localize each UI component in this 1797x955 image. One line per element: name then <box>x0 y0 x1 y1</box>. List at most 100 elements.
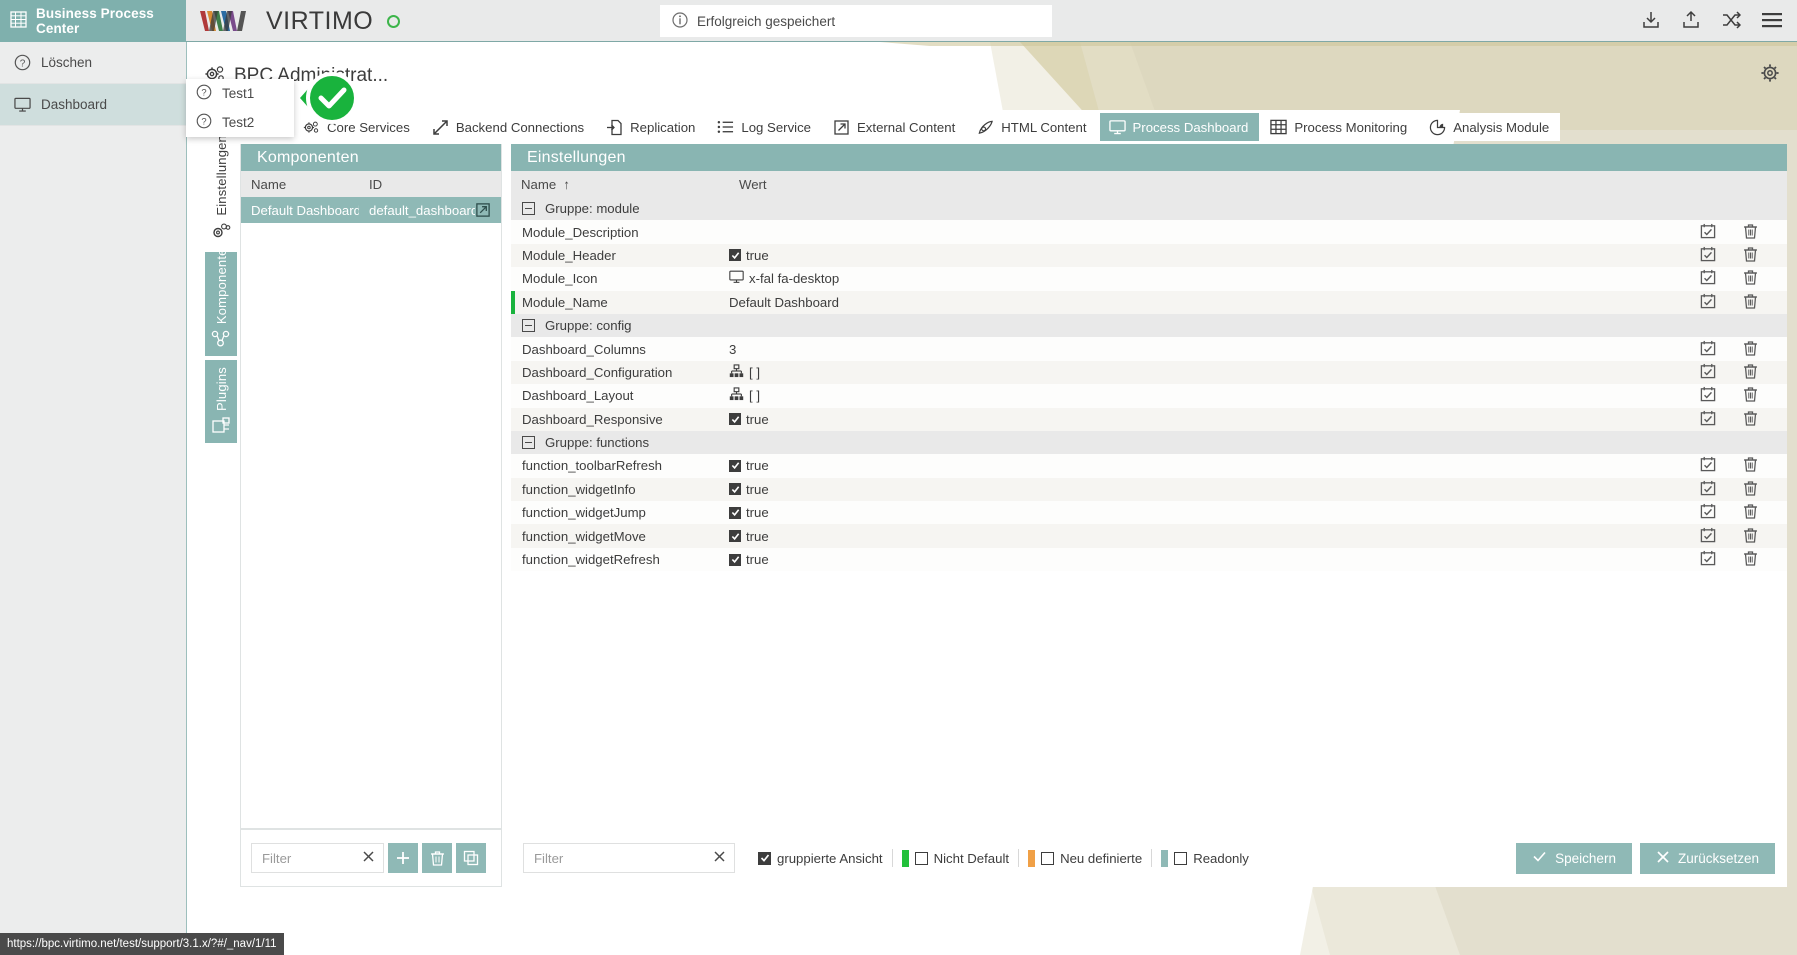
trash-icon[interactable] <box>1743 246 1758 265</box>
trash-icon[interactable] <box>1743 223 1758 242</box>
table-row[interactable]: function_widgetInfotrue <box>511 478 1787 501</box>
table-row[interactable]: function_widgetMovetrue <box>511 524 1787 547</box>
trash-icon[interactable] <box>1743 456 1758 475</box>
settings-group-header[interactable]: Gruppe: config <box>511 314 1787 337</box>
tab-log-service[interactable]: Log Service <box>708 113 822 141</box>
table-row[interactable]: Module_Description <box>511 220 1787 243</box>
schedule-icon[interactable] <box>1700 293 1716 312</box>
checked-checkbox-icon[interactable] <box>729 413 741 425</box>
dropdown-item-test1[interactable]: ? Test1 <box>186 79 294 108</box>
sidebar-item-dashboard[interactable]: Dashboard <box>0 84 186 126</box>
tab-external-content[interactable]: External Content <box>824 113 966 141</box>
sidebar-item-loeschen[interactable]: ? Löschen <box>0 42 186 84</box>
sitemap-icon <box>729 364 744 381</box>
legend-neu-definierte[interactable]: Neu definierte <box>1019 850 1151 867</box>
schedule-icon[interactable] <box>1700 503 1716 522</box>
sort-ascending-icon[interactable]: ↑ <box>563 177 570 192</box>
toast-notification: Erfolgreich gespeichert <box>660 5 1052 37</box>
column-header-name[interactable]: Name <box>241 177 359 192</box>
collapse-group-icon[interactable] <box>522 319 535 332</box>
tab-backend-connections[interactable]: Backend Connections <box>423 113 595 141</box>
schedule-icon[interactable] <box>1700 340 1716 359</box>
gear-icon[interactable] <box>1759 62 1781 87</box>
tab-html-content[interactable]: HTML Content <box>968 113 1097 141</box>
filter-placeholder: Filter <box>262 851 362 866</box>
table-row[interactable]: Module_Iconx-fal fa-desktop <box>511 267 1787 290</box>
table-row[interactable]: Dashboard_Responsivetrue <box>511 408 1787 431</box>
trash-icon[interactable] <box>1743 480 1758 499</box>
settings-filter-input[interactable]: Filter <box>523 843 735 873</box>
delete-button[interactable] <box>422 843 452 873</box>
tab-analysis-module[interactable]: Analysis Module <box>1420 113 1560 141</box>
dropdown-item-test2[interactable]: ? Test2 <box>186 108 294 137</box>
download-icon[interactable] <box>1641 10 1661 33</box>
upload-icon[interactable] <box>1681 10 1701 33</box>
table-row[interactable]: function_toolbarRefreshtrue <box>511 454 1787 477</box>
components-filter-input[interactable]: Filter <box>251 843 384 873</box>
copy-button[interactable] <box>456 843 486 873</box>
collapse-group-icon[interactable] <box>522 202 535 215</box>
schedule-icon[interactable] <box>1700 269 1716 288</box>
settings-group-header[interactable]: Gruppe: functions <box>511 431 1787 454</box>
grouped-view-label: gruppierte Ansicht <box>777 851 883 866</box>
table-row[interactable]: Module_NameDefault Dashboard <box>511 291 1787 314</box>
trash-icon[interactable] <box>1743 550 1758 569</box>
checked-checkbox-icon[interactable] <box>729 460 741 472</box>
checked-checkbox-icon[interactable] <box>729 483 741 495</box>
table-row[interactable]: Module_Headertrue <box>511 244 1787 267</box>
cell-wert: [ ] <box>729 387 1687 404</box>
open-external-icon[interactable] <box>475 202 501 218</box>
settings-group-header[interactable]: Gruppe: module <box>511 197 1787 220</box>
table-row[interactable]: Dashboard_Configuration[ ] <box>511 361 1787 384</box>
vtab-komponenten[interactable]: Komponenten <box>205 252 237 356</box>
trash-icon[interactable] <box>1743 340 1758 359</box>
schedule-icon[interactable] <box>1700 386 1716 405</box>
tab-process-monitoring[interactable]: Process Monitoring <box>1261 113 1418 141</box>
tab-process-dashboard[interactable]: Process Dashboard <box>1100 113 1260 141</box>
table-row[interactable]: Default Dashboard default_dashboard <box>241 197 501 223</box>
reset-button[interactable]: Zurücksetzen <box>1640 843 1775 874</box>
close-icon[interactable] <box>362 850 375 866</box>
schedule-icon[interactable] <box>1700 527 1716 546</box>
column-header-id[interactable]: ID <box>359 177 501 192</box>
legend-nicht-default[interactable]: Nicht Default <box>893 850 1019 867</box>
shuffle-icon[interactable] <box>1721 11 1741 32</box>
tab-replication[interactable]: Replication <box>597 113 706 141</box>
trash-icon[interactable] <box>1743 386 1758 405</box>
legend-readonly[interactable]: Readonly <box>1152 850 1258 867</box>
collapse-group-icon[interactable] <box>522 436 535 449</box>
trash-icon[interactable] <box>1743 527 1758 546</box>
checked-checkbox-icon[interactable] <box>729 530 741 542</box>
table-row[interactable]: Dashboard_Layout[ ] <box>511 384 1787 407</box>
schedule-icon[interactable] <box>1700 363 1716 382</box>
vtab-einstellungen[interactable]: Einstellungen <box>205 144 237 248</box>
table-row[interactable]: Dashboard_Columns3 <box>511 337 1787 360</box>
close-icon[interactable] <box>713 850 726 866</box>
schedule-icon[interactable] <box>1700 223 1716 242</box>
checked-checkbox-icon[interactable] <box>729 554 741 566</box>
schedule-icon[interactable] <box>1700 480 1716 499</box>
schedule-icon[interactable] <box>1700 246 1716 265</box>
schedule-icon[interactable] <box>1700 456 1716 475</box>
schedule-icon[interactable] <box>1700 550 1716 569</box>
vtab-plugins[interactable]: Plugins <box>205 360 237 443</box>
table-row[interactable]: function_widgetJumptrue <box>511 501 1787 524</box>
column-header-name[interactable]: Name <box>521 177 556 192</box>
checked-checkbox-icon[interactable] <box>729 249 741 261</box>
grouped-view-checkbox[interactable]: gruppierte Ansicht <box>749 851 892 866</box>
trash-icon[interactable] <box>1743 410 1758 429</box>
trash-icon[interactable] <box>1743 293 1758 312</box>
save-button-label: Speichern <box>1555 851 1616 866</box>
plugin-icon <box>211 416 231 435</box>
column-header-wert[interactable]: Wert <box>729 177 1787 192</box>
trash-icon[interactable] <box>1743 503 1758 522</box>
app-root: Business Process Center ? Löschen Dashbo… <box>0 0 1797 955</box>
add-button[interactable] <box>388 843 418 873</box>
checked-checkbox-icon[interactable] <box>729 507 741 519</box>
save-button[interactable]: Speichern <box>1516 843 1632 874</box>
trash-icon[interactable] <box>1743 269 1758 288</box>
table-row[interactable]: function_widgetRefreshtrue <box>511 548 1787 571</box>
schedule-icon[interactable] <box>1700 410 1716 429</box>
hamburger-menu-icon[interactable] <box>1761 11 1783 32</box>
trash-icon[interactable] <box>1743 363 1758 382</box>
